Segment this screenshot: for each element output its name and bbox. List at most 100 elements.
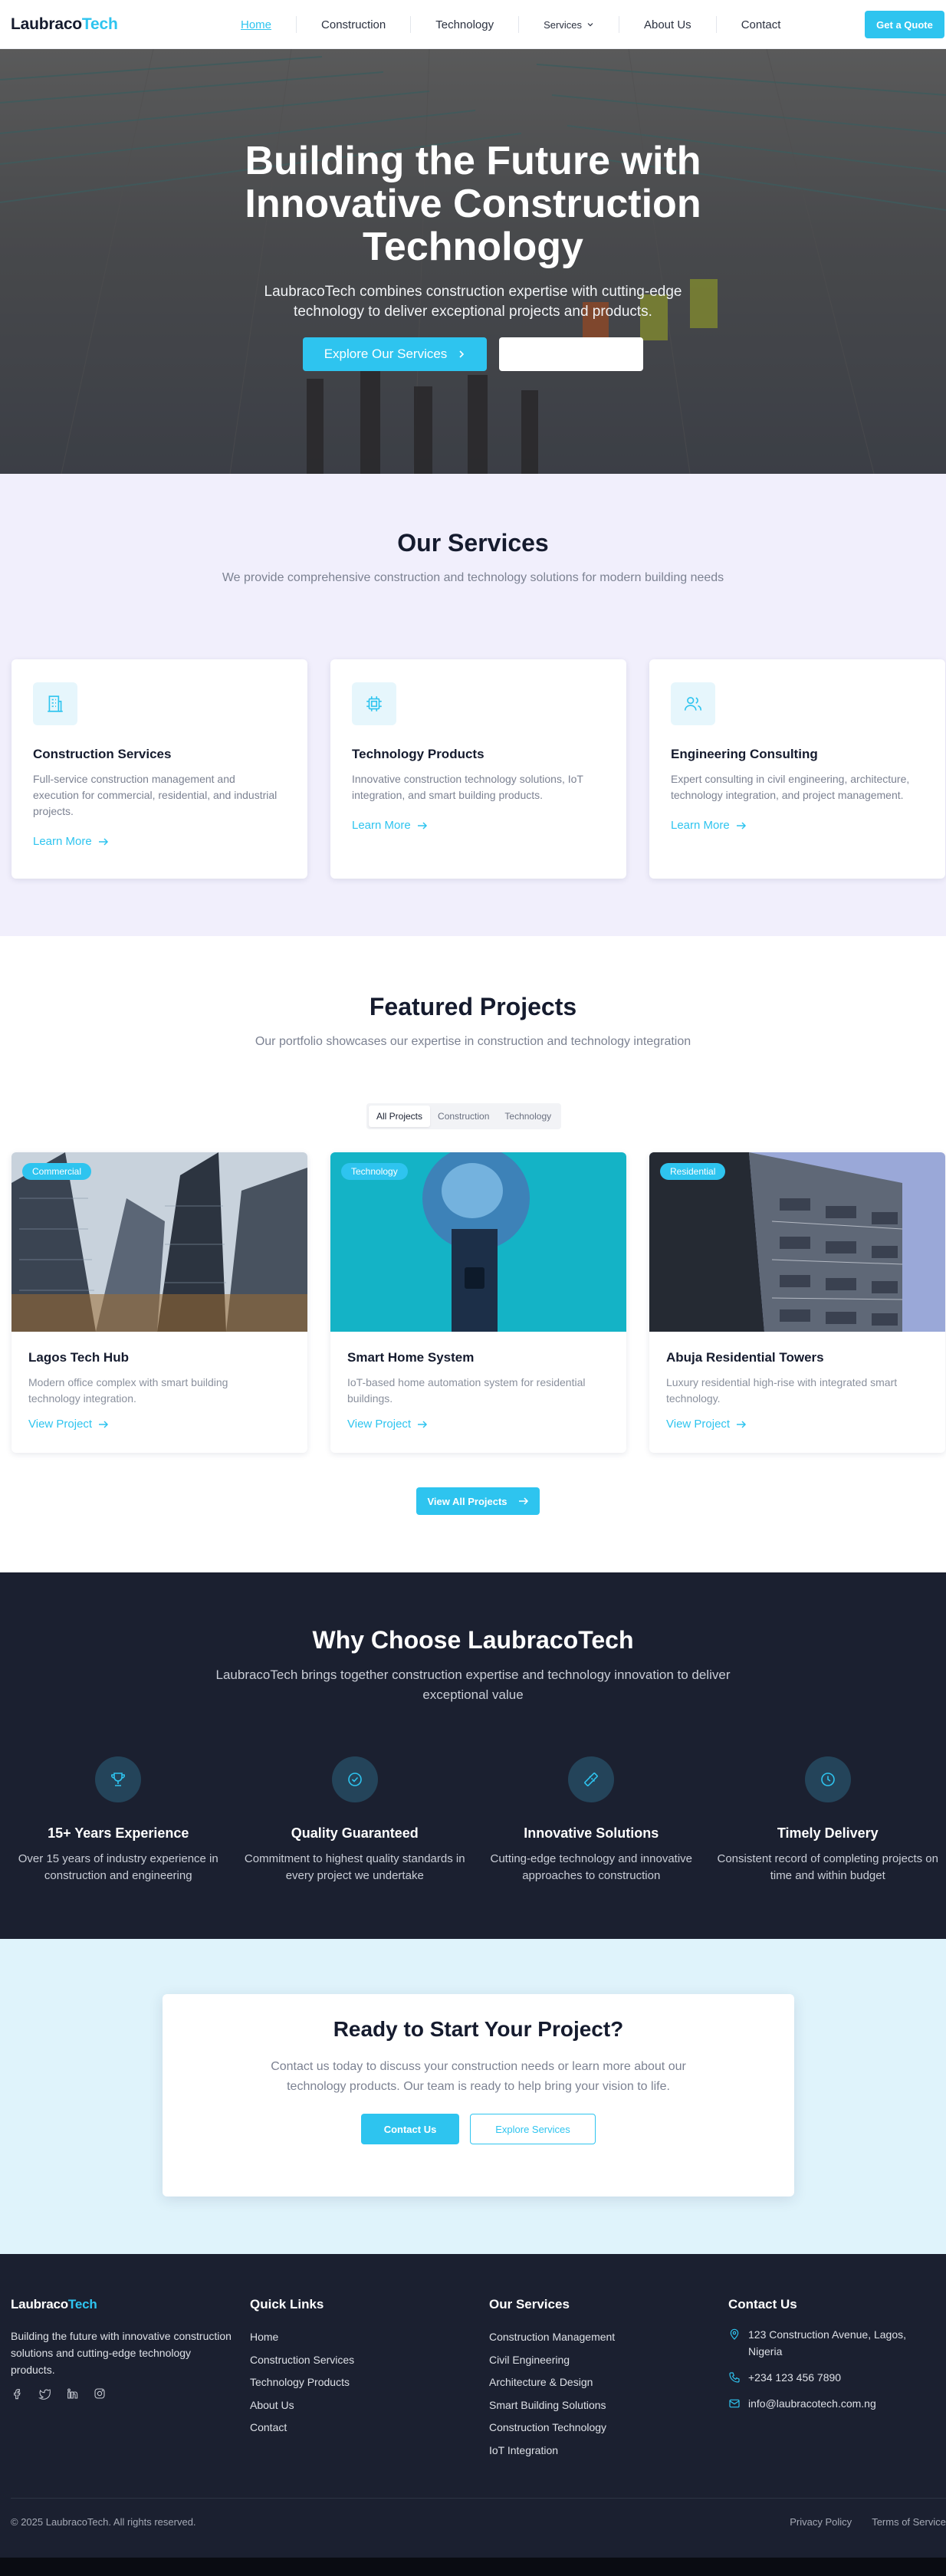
hero-subtitle: LaubracoTech combines construction exper… <box>258 282 688 322</box>
footer-link-about[interactable]: About Us <box>250 2394 472 2417</box>
users-icon <box>683 694 703 714</box>
legal-links: Privacy Policy Terms of Service <box>790 2516 946 2528</box>
view-project-label: View Project <box>666 1418 730 1431</box>
phone-icon <box>728 2371 741 2384</box>
footer-service-link[interactable]: Smart Building Solutions <box>489 2394 711 2417</box>
footer-service-link[interactable]: Civil Engineering <box>489 2349 711 2372</box>
feature-title: Innovative Solutions <box>473 1825 710 1842</box>
email-text[interactable]: info@laubracotech.com.ng <box>748 2395 876 2412</box>
project-title: Smart Home System <box>347 1350 609 1365</box>
projects-title: Featured Projects <box>0 936 946 1021</box>
explore-services-label: Explore Our Services <box>324 347 448 362</box>
nav-contact[interactable]: Contact <box>717 16 806 33</box>
project-category-badge: Residential <box>660 1163 725 1180</box>
instagram-icon[interactable] <box>94 2387 106 2400</box>
nav-technology[interactable]: Technology <box>411 16 519 33</box>
learn-more-link[interactable]: Learn More <box>352 819 605 832</box>
arrow-right-icon <box>736 1420 747 1429</box>
footer-service-link[interactable]: IoT Integration <box>489 2440 711 2463</box>
service-icon-box <box>352 682 396 725</box>
view-project-link[interactable]: View Project <box>28 1418 291 1431</box>
contact-email: info@laubracotech.com.ng <box>728 2395 943 2412</box>
footer-logo[interactable]: LaubracoTech <box>11 2297 97 2312</box>
footer-logo-text-accent: Tech <box>68 2297 97 2312</box>
filter-all-projects[interactable]: All Projects <box>369 1106 430 1127</box>
nav-construction[interactable]: Construction <box>297 16 411 33</box>
view-project-label: View Project <box>347 1418 411 1431</box>
map-pin-icon <box>728 2328 741 2341</box>
service-card: Technology Products Innovative construct… <box>330 659 626 879</box>
service-title: Engineering Consulting <box>671 747 924 762</box>
why-choose-section: Why Choose LaubracoTech LaubracoTech bri… <box>0 1572 946 1939</box>
contact-phone: +234 123 456 7890 <box>728 2369 943 2386</box>
view-all-projects-button[interactable]: View All Projects <box>416 1487 540 1515</box>
quick-links-title: Quick Links <box>250 2297 472 2312</box>
view-project-link[interactable]: View Project <box>347 1418 609 1431</box>
footer-contact: Contact Us 123 Construction Avenue, Lago… <box>728 2297 943 2421</box>
services-subtitle: We provide comprehensive construction an… <box>209 568 737 588</box>
nav-about[interactable]: About Us <box>619 16 717 33</box>
feature-icon-circle <box>568 1756 614 1802</box>
facebook-icon[interactable] <box>11 2387 23 2400</box>
nav-services-label: Services <box>544 19 582 31</box>
ruler-icon <box>582 1770 600 1789</box>
hero-buttons: Explore Our Services <box>0 337 946 371</box>
logo-text-accent: Tech <box>82 15 118 33</box>
chevron-down-icon <box>586 21 594 28</box>
explore-services-outline-button[interactable]: Explore Services <box>470 2114 596 2144</box>
cta-section: Ready to Start Your Project? Contact us … <box>0 1939 946 2254</box>
arrow-right-icon <box>98 1420 109 1429</box>
service-desc: Innovative construction technology solut… <box>352 771 597 803</box>
footer-service-link[interactable]: Construction Technology <box>489 2417 711 2440</box>
services-title: Our Services <box>0 474 946 557</box>
feature-item: 15+ Years Experience Over 15 years of in… <box>0 1756 237 1884</box>
footer-link-construction-services[interactable]: Construction Services <box>250 2349 472 2372</box>
nav-services-dropdown[interactable]: Services <box>519 16 619 33</box>
footer-about-text: Building the future with innovative cons… <box>11 2328 233 2378</box>
footer-link-contact[interactable]: Contact <box>250 2417 472 2440</box>
phone-text[interactable]: +234 123 456 7890 <box>748 2369 841 2386</box>
feature-desc: Over 15 years of industry experience in … <box>7 1851 229 1884</box>
contact-us-button[interactable]: Contact Us <box>361 2114 459 2144</box>
privacy-policy-link[interactable]: Privacy Policy <box>790 2516 852 2528</box>
terms-of-service-link[interactable]: Terms of Service <box>872 2516 946 2528</box>
why-features: 15+ Years Experience Over 15 years of in… <box>0 1756 946 1884</box>
project-card: Commercial Lagos Tech Hub Modern office … <box>11 1152 307 1453</box>
footer-link-home[interactable]: Home <box>250 2326 472 2349</box>
footer-services: Our Services Construction Management Civ… <box>489 2297 711 2462</box>
footer-service-link[interactable]: Architecture & Design <box>489 2371 711 2394</box>
linkedin-icon[interactable] <box>66 2387 78 2400</box>
hero-content: Building the Future with Innovative Cons… <box>0 140 946 371</box>
service-icon-box <box>33 682 77 725</box>
site-footer: LaubracoTech Building the future with in… <box>0 2254 946 2576</box>
project-title: Abuja Residential Towers <box>666 1350 928 1365</box>
feature-title: 15+ Years Experience <box>0 1825 237 1842</box>
explore-services-button[interactable]: Explore Our Services <box>303 337 487 371</box>
project-image: Residential <box>649 1152 945 1332</box>
projects-section: Featured Projects Our portfolio showcase… <box>0 936 946 1572</box>
service-title: Technology Products <box>352 747 605 762</box>
cta-text: Contact us today to discuss your constru… <box>245 2057 712 2097</box>
filter-construction[interactable]: Construction <box>430 1106 497 1127</box>
footer-link-technology-products[interactable]: Technology Products <box>250 2371 472 2394</box>
trophy-icon <box>109 1770 127 1789</box>
feature-item: Timely Delivery Consistent record of com… <box>710 1756 946 1884</box>
nav-home[interactable]: Home <box>216 16 297 33</box>
filter-technology[interactable]: Technology <box>497 1106 559 1127</box>
feature-desc: Consistent record of completing projects… <box>717 1851 939 1884</box>
feature-desc: Cutting-edge technology and innovative a… <box>480 1851 702 1884</box>
learn-more-label: Learn More <box>671 819 730 832</box>
learn-more-link[interactable]: Learn More <box>33 835 286 848</box>
service-icon-box <box>671 682 715 725</box>
feature-icon-circle <box>95 1756 141 1802</box>
secondary-hero-button[interactable] <box>499 337 643 371</box>
logo-text-primary: Laubraco <box>11 15 82 33</box>
brand-logo[interactable]: LaubracoTech <box>11 15 118 34</box>
view-project-link[interactable]: View Project <box>666 1418 928 1431</box>
check-circle-icon <box>346 1770 364 1789</box>
footer-service-link[interactable]: Construction Management <box>489 2326 711 2349</box>
contact-title: Contact Us <box>728 2297 943 2312</box>
learn-more-link[interactable]: Learn More <box>671 819 924 832</box>
twitter-icon[interactable] <box>38 2387 51 2400</box>
get-quote-button[interactable]: Get a Quote <box>865 11 944 38</box>
